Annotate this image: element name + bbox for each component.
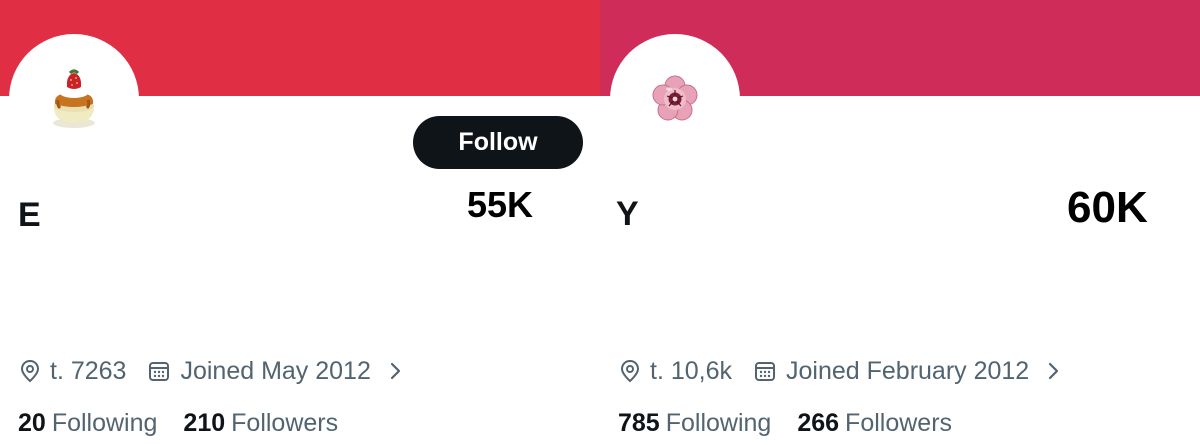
following-link[interactable]: 785 Following (618, 409, 771, 438)
location-item: t. 10,6k (620, 357, 732, 386)
location-item: t. 7263 (20, 357, 126, 386)
flan-pudding-icon (53, 69, 95, 128)
pink-flower-icon (652, 75, 698, 121)
overlay-count: 55K (467, 184, 534, 225)
joined-item: Joined February 2012 (754, 357, 1029, 386)
following-link[interactable]: 20 Following (18, 409, 157, 438)
overlay-count: 60K (1067, 183, 1148, 232)
chevron-right-icon[interactable] (389, 361, 403, 381)
location-text: t. 10,6k (650, 356, 732, 385)
joined-text: Joined February 2012 (786, 356, 1030, 385)
following-count: 785 (618, 408, 660, 437)
profile-card-left: Follow E 55K t. 7263 Joined May 2012 20 … (0, 0, 600, 445)
followers-count: 266 (797, 408, 840, 437)
profile-avatar[interactable] (9, 34, 139, 164)
following-label: Following (665, 408, 772, 437)
followers-count: 210 (183, 408, 226, 437)
display-name: E (18, 196, 41, 234)
profile-stats: 20 Following 210 Followers (18, 408, 338, 438)
joined-item: Joined May 2012 (148, 356, 371, 386)
profile-card-right: Y 60K t. 10,6k Joined February 2012 785 … (600, 0, 1200, 445)
followers-label: Followers (231, 408, 339, 437)
profile-meta: t. 10,6k Joined February 2012 (620, 356, 1061, 386)
joined-text: Joined May 2012 (180, 356, 371, 385)
calendar-icon (755, 362, 775, 381)
calendar-icon (149, 362, 170, 381)
followers-link[interactable]: 210 Followers (183, 409, 338, 438)
profile-meta: t. 7263 Joined May 2012 (20, 356, 403, 386)
followers-label: Followers (845, 408, 953, 437)
location-text: t. 7263 (50, 356, 127, 385)
location-pin-icon (620, 359, 640, 383)
display-name: Y (616, 195, 639, 233)
location-pin-icon (20, 359, 40, 383)
follow-button[interactable]: Follow (413, 116, 583, 169)
following-label: Following (51, 408, 158, 437)
profile-stats: 785 Following 266 Followers (618, 408, 952, 438)
following-count: 20 (18, 408, 46, 437)
chevron-right-icon[interactable] (1047, 361, 1061, 381)
profile-avatar[interactable] (610, 34, 740, 164)
followers-link[interactable]: 266 Followers (797, 409, 952, 438)
